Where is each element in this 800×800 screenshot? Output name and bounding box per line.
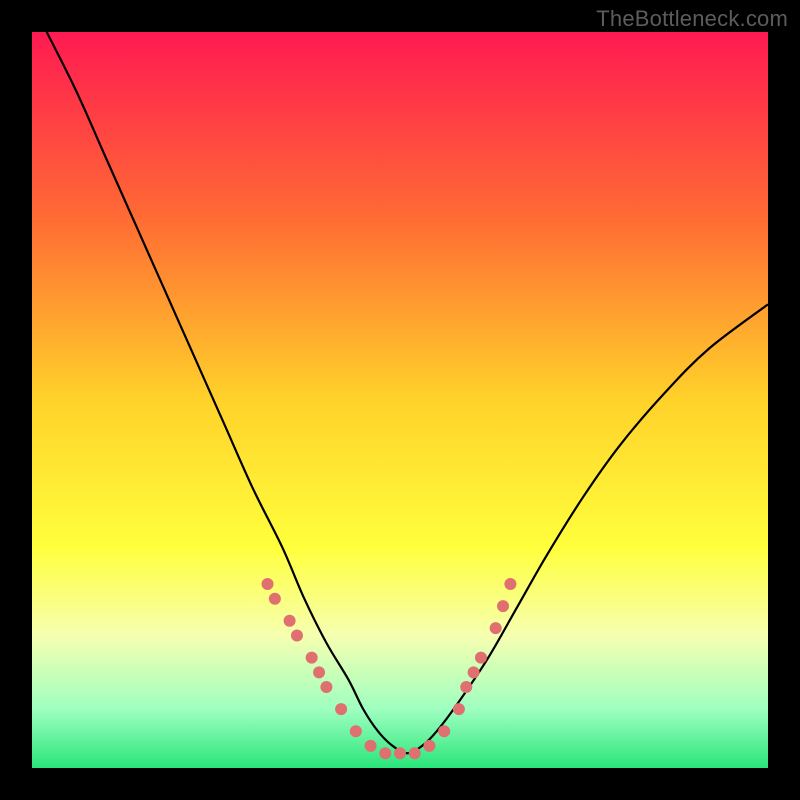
curve-marker bbox=[409, 747, 421, 759]
curve-marker bbox=[365, 740, 377, 752]
curve-marker bbox=[350, 725, 362, 737]
curve-marker bbox=[460, 681, 472, 693]
curve-marker bbox=[269, 593, 281, 605]
curve-marker bbox=[468, 666, 480, 678]
curve-marker bbox=[291, 630, 303, 642]
plot-area bbox=[32, 32, 768, 768]
curve-marker bbox=[504, 578, 516, 590]
curve-marker bbox=[262, 578, 274, 590]
curve-marker bbox=[423, 740, 435, 752]
curve-marker bbox=[335, 703, 347, 715]
curve-marker bbox=[379, 747, 391, 759]
curve-marker bbox=[453, 703, 465, 715]
chart-svg bbox=[32, 32, 768, 768]
curve-marker bbox=[306, 652, 318, 664]
curve-marker bbox=[475, 652, 487, 664]
curve-marker bbox=[313, 666, 325, 678]
curve-marker bbox=[438, 725, 450, 737]
curve-marker bbox=[284, 615, 296, 627]
curve-marker bbox=[497, 600, 509, 612]
curve-marker bbox=[490, 622, 502, 634]
curve-marker bbox=[394, 747, 406, 759]
curve-marker bbox=[320, 681, 332, 693]
watermark-text: TheBottleneck.com bbox=[596, 6, 788, 32]
chart-frame: TheBottleneck.com bbox=[0, 0, 800, 800]
